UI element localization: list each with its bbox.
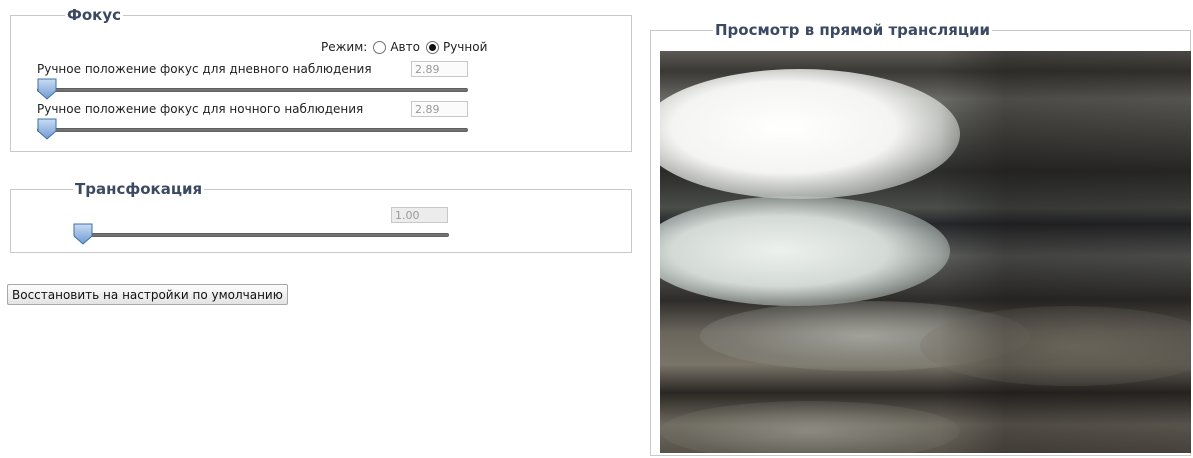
zoom-legend: Трансфокация <box>73 180 205 198</box>
zoom-slider-track[interactable] <box>75 233 449 237</box>
day-focus-label: Ручное положение фокус для дневного набл… <box>37 62 372 76</box>
reset-defaults-button[interactable]: Восстановить на настройки по умолчанию <box>7 284 288 305</box>
live-preview-legend: Просмотр в прямой трансляции <box>713 21 993 39</box>
focus-legend: Фокус <box>65 6 124 24</box>
night-focus-label: Ручное положение фокус для ночного наблю… <box>37 102 364 116</box>
day-focus-slider-handle[interactable] <box>37 78 57 100</box>
mode-auto-label[interactable]: Авто <box>390 40 420 54</box>
night-focus-slider-handle[interactable] <box>37 118 57 140</box>
mode-manual-label[interactable]: Ручной <box>443 40 487 54</box>
mode-label: Режим: <box>321 40 368 54</box>
day-focus-slider-track[interactable] <box>37 88 468 92</box>
night-focus-slider-track[interactable] <box>37 128 468 132</box>
focus-mode-selector: Режим: Авто Ручной <box>321 40 487 54</box>
zoom-value[interactable] <box>391 207 448 223</box>
zoom-panel: Трансфокация <box>10 181 632 253</box>
mode-auto-radio[interactable] <box>373 40 387 54</box>
mode-manual-radio[interactable] <box>425 40 439 54</box>
zoom-slider-handle[interactable] <box>73 223 93 245</box>
day-focus-value[interactable] <box>411 61 468 77</box>
night-focus-value[interactable] <box>411 101 468 117</box>
focus-panel: Фокус Режим: Авто Ручной Ручное положени… <box>10 7 632 152</box>
live-video-frame <box>660 51 1191 453</box>
